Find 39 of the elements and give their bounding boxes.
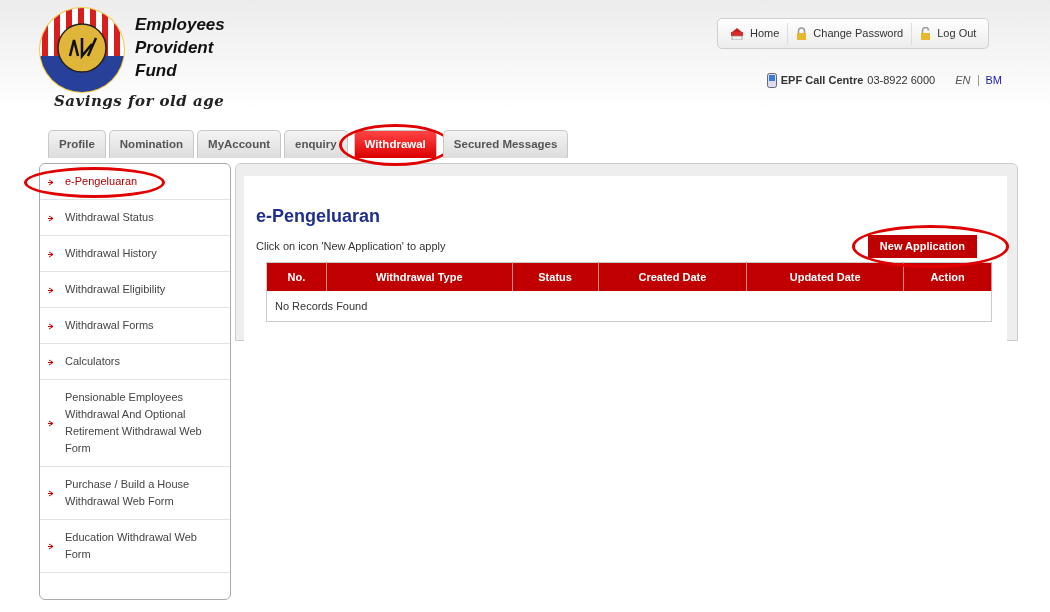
tab[interactable]: enquiry [284, 130, 348, 158]
sidebar-item[interactable]: Purchase / Build a House Withdrawal Web Form [40, 467, 230, 520]
open-padlock-icon [920, 26, 932, 41]
tab[interactable]: Profile [48, 130, 106, 158]
tab[interactable]: Withdrawal [353, 130, 437, 158]
page-title: e-Pengeluaran [256, 206, 382, 227]
sidebar-item[interactable]: Withdrawal History [40, 236, 230, 272]
tagline: Savings for old age [54, 92, 225, 110]
sidebar-item[interactable]: Withdrawal Eligibility [40, 272, 230, 308]
tab[interactable]: Nomination [108, 130, 195, 158]
column-header: Withdrawal Type [326, 262, 513, 291]
language-link[interactable]: EN [955, 72, 971, 89]
top-link[interactable]: Log Out [937, 25, 977, 42]
column-header: Created Date [598, 262, 747, 291]
sidebar-item[interactable]: e-Pengeluaran [40, 164, 230, 200]
sidebar-item[interactable]: Calculators [40, 344, 230, 380]
column-header: Status [512, 262, 599, 291]
sidebar-item[interactable]: Pensionable Employees Withdrawal And Optional Retirement Withdrawal Web Form [40, 380, 230, 467]
top-link[interactable]: Change Password [813, 25, 904, 42]
top-link[interactable]: Home [750, 25, 780, 42]
tab[interactable]: MyAccount [197, 130, 282, 158]
language-link[interactable]: BM [985, 72, 1002, 89]
tab[interactable]: Secured Messages [442, 130, 569, 158]
phone-number: 03-8922 6000 [867, 73, 936, 88]
house-icon [730, 27, 744, 40]
column-header: Action [903, 262, 992, 291]
empty-message: No Records Found [266, 291, 992, 321]
phone-icon [766, 72, 777, 88]
column-header: Updated Date [746, 262, 904, 291]
sidebar-item[interactable]: Withdrawal Forms [40, 308, 230, 344]
new-application-button[interactable]: New Application [867, 235, 977, 258]
sidebar-item[interactable]: Withdrawal Status [40, 200, 230, 236]
call-centre-label: EPF Call Centre [780, 73, 864, 88]
logo-text: Employees Provident Fund [135, 14, 225, 82]
logo-icon [38, 6, 126, 94]
column-header: No. [266, 262, 327, 291]
padlock-icon [796, 26, 808, 41]
instruction-text: Click on icon 'New Application' to apply [256, 239, 446, 254]
sidebar-item[interactable]: Education Withdrawal Web Form [40, 520, 230, 573]
